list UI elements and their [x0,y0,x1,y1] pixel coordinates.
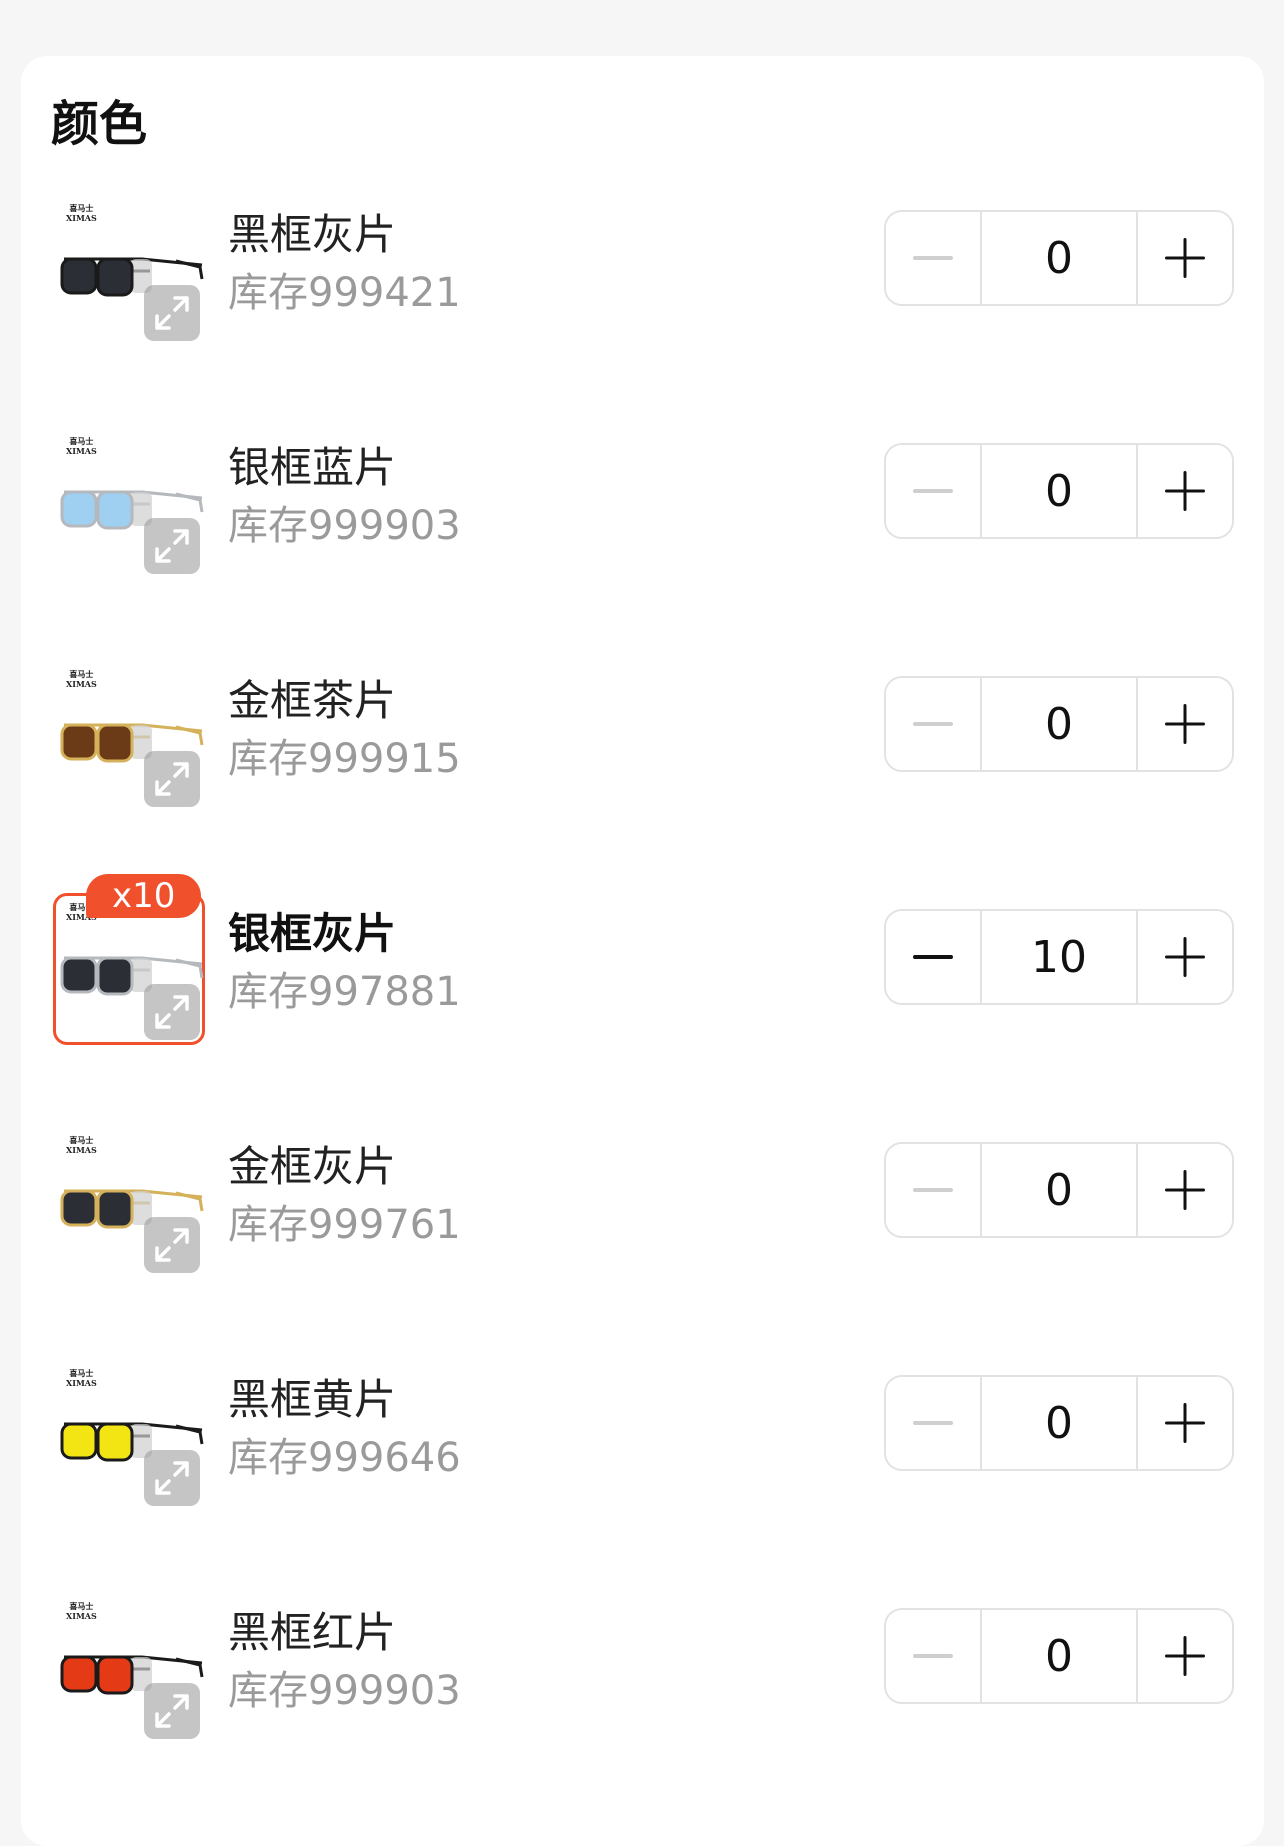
variant-row: 喜马士 XIMAS 银框蓝片 库存999903 0 [21,409,1264,642]
variant-stock: 库存999903 [228,1668,461,1714]
decrease-button[interactable] [886,1377,980,1469]
quantity-value[interactable]: 0 [980,445,1138,537]
plus-icon [1165,238,1205,278]
variant-name: 黑框红片 [228,1608,397,1657]
brand-logo: 喜马士 XIMAS [66,436,97,456]
minus-icon [913,1654,953,1658]
variant-name: 金框茶片 [228,676,397,725]
quantity-badge: x10 [86,874,202,918]
brand-logo: 喜马士 XIMAS [66,1368,97,1388]
quantity-value[interactable]: 0 [980,1377,1138,1469]
variant-row: 喜马士 XIMAS 黑框黄片 库存999646 0 [21,1341,1264,1574]
decrease-button[interactable] [886,1144,980,1236]
brand-cn: 喜马士 [69,1601,94,1611]
expand-icon[interactable] [144,1450,200,1506]
variant-thumbnail[interactable]: 喜马士 XIMAS [53,1359,205,1511]
quantity-stepper: 10 [884,909,1234,1005]
variant-row: 喜马士 XIMAS x10 银框灰片 库存997881 10 [21,874,1264,1108]
increase-button[interactable] [1138,1610,1232,1702]
variant-row: 喜马士 XIMAS 金框灰片 库存999761 0 [21,1108,1264,1341]
expand-icon[interactable] [144,751,200,807]
variant-stock: 库存999646 [228,1435,461,1481]
quantity-stepper: 0 [884,676,1234,772]
brand-en: XIMAS [66,1145,97,1155]
plus-icon [1165,704,1205,744]
variant-thumbnail[interactable]: 喜马士 XIMAS [53,660,205,812]
decrease-button[interactable] [886,212,980,304]
quantity-value[interactable]: 0 [980,1610,1138,1702]
brand-en: XIMAS [66,1611,97,1621]
minus-icon [913,256,953,260]
quantity-stepper: 0 [884,1608,1234,1704]
variant-thumbnail[interactable]: 喜马士 XIMAS [53,1592,205,1744]
plus-icon [1165,1403,1205,1443]
increase-button[interactable] [1138,1377,1232,1469]
variant-thumbnail[interactable]: 喜马士 XIMAS x10 [53,874,205,1045]
quantity-stepper: 0 [884,210,1234,306]
brand-cn: 喜马士 [69,203,94,213]
variant-list: 喜马士 XIMAS 黑框灰片 库存999421 0 喜马士 XIMAS 银框蓝片… [21,176,1264,1807]
variant-name: 银框灰片 [228,909,397,958]
brand-logo: 喜马士 XIMAS [66,669,97,689]
variant-thumbnail[interactable]: 喜马士 XIMAS [53,1126,205,1278]
quantity-stepper: 0 [884,1142,1234,1238]
quantity-value[interactable]: 0 [980,678,1138,770]
variant-thumbnail[interactable]: 喜马士 XIMAS [53,427,205,579]
quantity-stepper: 0 [884,443,1234,539]
variant-stock: 库存999421 [228,270,461,316]
brand-cn: 喜马士 [69,669,94,679]
variant-name: 金框灰片 [228,1142,397,1191]
brand-cn: 喜马士 [69,436,94,446]
minus-icon [913,1188,953,1192]
increase-button[interactable] [1138,678,1232,770]
brand-en: XIMAS [66,1378,97,1388]
brand-en: XIMAS [66,446,97,456]
decrease-button[interactable] [886,911,980,1003]
increase-button[interactable] [1138,911,1232,1003]
plus-icon [1165,1170,1205,1210]
minus-icon [913,955,953,959]
minus-icon [913,489,953,493]
expand-icon[interactable] [144,518,200,574]
plus-icon [1165,471,1205,511]
expand-icon[interactable] [144,285,200,341]
brand-en: XIMAS [66,213,97,223]
decrease-button[interactable] [886,678,980,770]
variant-name: 黑框黄片 [228,1375,397,1424]
variant-name: 黑框灰片 [228,210,397,259]
quantity-value[interactable]: 0 [980,1144,1138,1236]
variant-row: 喜马士 XIMAS 黑框红片 库存999903 0 [21,1574,1264,1807]
minus-icon [913,1421,953,1425]
increase-button[interactable] [1138,212,1232,304]
quantity-stepper: 0 [884,1375,1234,1471]
increase-button[interactable] [1138,1144,1232,1236]
brand-en: XIMAS [66,679,97,689]
quantity-value[interactable]: 0 [980,212,1138,304]
variant-stock: 库存999915 [228,736,461,782]
variant-name: 银框蓝片 [228,443,397,492]
expand-icon[interactable] [144,984,200,1040]
variant-stock: 库存997881 [228,969,461,1015]
minus-icon [913,722,953,726]
brand-logo: 喜马士 XIMAS [66,1135,97,1155]
brand-cn: 喜马士 [69,1368,94,1378]
plus-icon [1165,1636,1205,1676]
variant-stock: 库存999761 [228,1202,461,1248]
decrease-button[interactable] [886,445,980,537]
decrease-button[interactable] [886,1610,980,1702]
variant-row: 喜马士 XIMAS 金框茶片 库存999915 0 [21,642,1264,875]
expand-icon[interactable] [144,1217,200,1273]
variant-stock: 库存999903 [228,503,461,549]
brand-logo: 喜马士 XIMAS [66,1601,97,1621]
expand-icon[interactable] [144,1683,200,1739]
quantity-value[interactable]: 10 [980,911,1138,1003]
variant-row: 喜马士 XIMAS 黑框灰片 库存999421 0 [21,176,1264,409]
increase-button[interactable] [1138,445,1232,537]
variant-thumbnail[interactable]: 喜马士 XIMAS [53,194,205,346]
brand-cn: 喜马士 [69,1135,94,1145]
section-title: 颜色 [51,96,148,152]
color-selector-card: 颜色 喜马士 XIMAS 黑框灰片 库存999421 0 喜马士 XIMAS 银… [21,56,1264,1846]
plus-icon [1165,937,1205,977]
brand-logo: 喜马士 XIMAS [66,203,97,223]
